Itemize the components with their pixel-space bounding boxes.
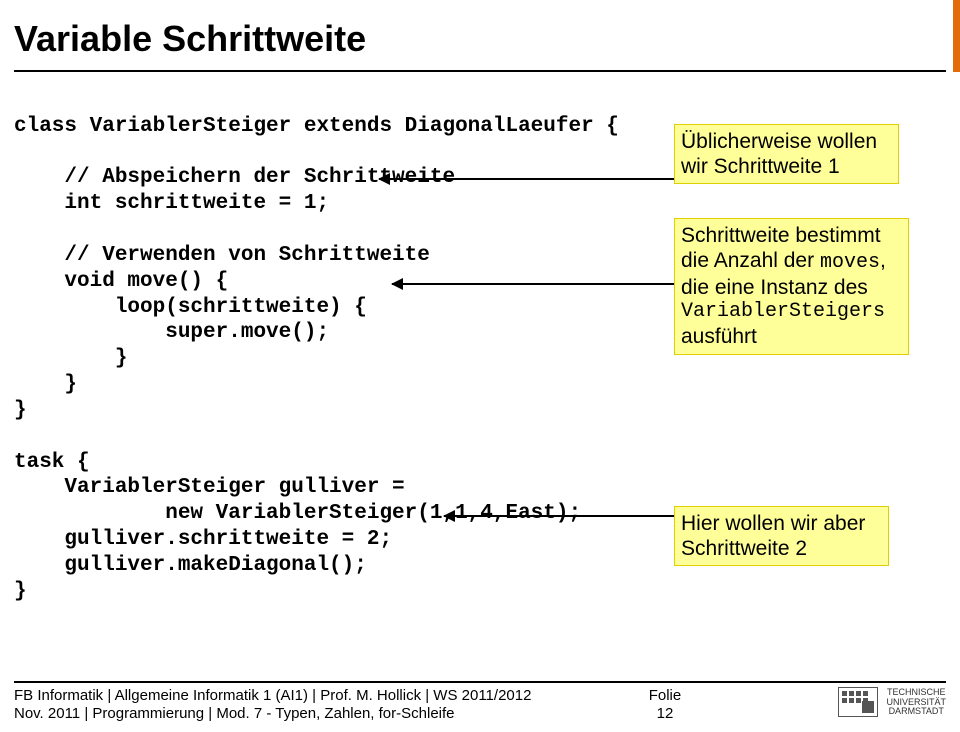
- tu-darmstadt-logo: [838, 687, 878, 719]
- annotation-note-1: Üblicherweise wollen wir Schrittweite 1: [674, 124, 899, 184]
- note-text: ausführt: [681, 324, 902, 349]
- annotation-note-2: Schrittweite bestimmt die Anzahl der mov…: [674, 218, 909, 355]
- note-text: Hier wollen wir aber: [681, 511, 882, 536]
- content-area: class VariablerSteiger extends DiagonalL…: [14, 88, 946, 605]
- logo-mark-icon: [838, 687, 878, 717]
- slide-number: 12: [649, 705, 682, 724]
- code-line: }: [14, 373, 77, 396]
- uni-line: DARMSTADT: [889, 707, 944, 716]
- title-divider: [14, 70, 946, 72]
- footer-left: FB Informatik | Allgemeine Informatik 1 …: [14, 687, 531, 725]
- code-line: class VariablerSteiger extends DiagonalL…: [14, 115, 619, 138]
- arrow-icon: [379, 178, 674, 180]
- code-line: // Verwenden von Schrittweite: [14, 244, 430, 267]
- note-text: Üblicherweise wollen: [681, 129, 892, 154]
- code-line: }: [14, 399, 27, 422]
- code-line: super.move();: [14, 321, 329, 344]
- note-text: VariablerSteigers: [681, 300, 902, 324]
- code-line: task {: [14, 451, 90, 474]
- code-line: }: [14, 580, 27, 603]
- code-line: VariablerSteiger gulliver =: [14, 476, 417, 499]
- footer-center: Folie 12: [649, 687, 682, 725]
- code-line: loop(schrittweite) {: [14, 296, 367, 319]
- slide-title: Variable Schrittweite: [0, 0, 960, 60]
- code-line: gulliver.makeDiagonal();: [14, 554, 367, 577]
- note-text: die eine Instanz des: [681, 275, 902, 300]
- note-text: wir Schrittweite 1: [681, 154, 892, 179]
- note-text: die Anzahl der moves,: [681, 248, 902, 275]
- code-line: new VariablerSteiger(1,1,4,East);: [14, 502, 581, 525]
- folie-label: Folie: [649, 687, 682, 706]
- footer-right: TECHNISCHE UNIVERSITÄT DARMSTADT: [838, 687, 946, 719]
- code-line: gulliver.schrittweite = 2;: [14, 528, 392, 551]
- code-line: }: [14, 347, 127, 370]
- footer-line: Nov. 2011 | Programmierung | Mod. 7 - Ty…: [14, 705, 531, 724]
- slide-footer: FB Informatik | Allgemeine Informatik 1 …: [14, 681, 946, 725]
- university-name: TECHNISCHE UNIVERSITÄT DARMSTADT: [886, 688, 946, 716]
- code-line: void move() {: [14, 270, 228, 293]
- note-text: Schrittweite bestimmt: [681, 223, 902, 248]
- arrow-icon: [444, 515, 674, 517]
- footer-line: FB Informatik | Allgemeine Informatik 1 …: [14, 687, 531, 706]
- annotation-note-3: Hier wollen wir aber Schrittweite 2: [674, 506, 889, 566]
- note-text: Schrittweite 2: [681, 536, 882, 561]
- arrow-icon: [392, 283, 674, 285]
- code-line: int schrittweite = 1;: [14, 192, 329, 215]
- accent-bar: [953, 0, 960, 72]
